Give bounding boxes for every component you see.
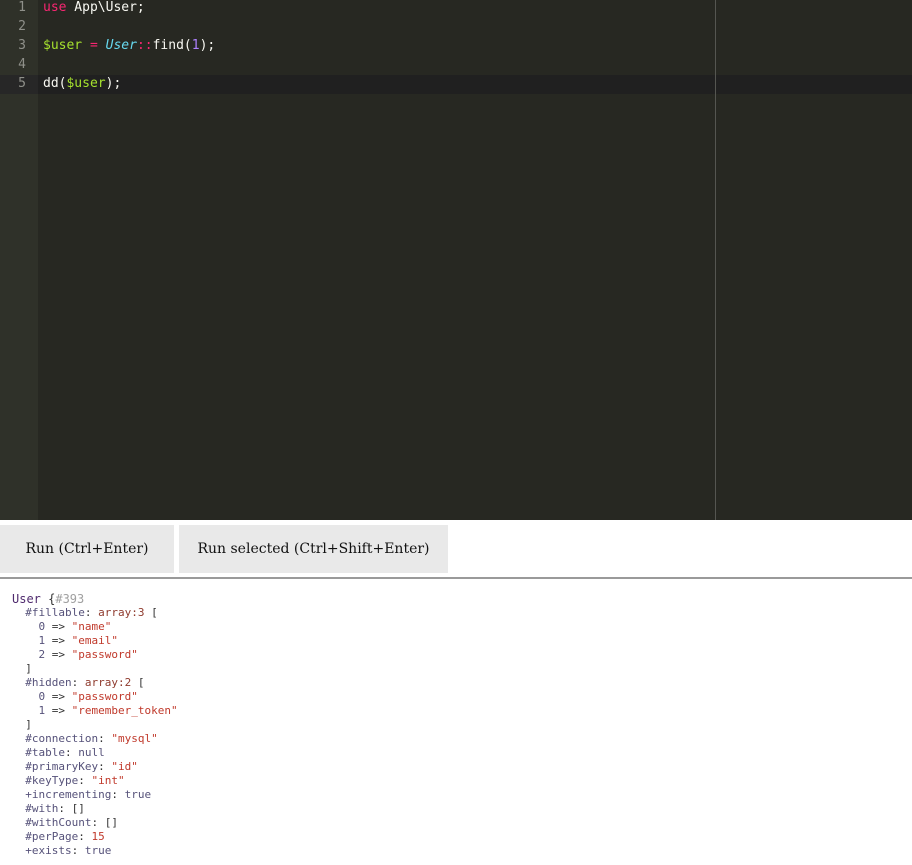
dump-string-value: "email" (71, 634, 118, 647)
line-number-gutter: 1 2 3 4 5 (0, 0, 38, 520)
dump-property-key: +exists (25, 844, 72, 857)
dump-property-row: #withCount: [] (25, 816, 118, 829)
dump-header: User {#393 (12, 592, 902, 606)
dump-property-key: #table (25, 746, 65, 759)
line-number: 2 (18, 19, 26, 34)
dump-property-key: #perPage (25, 830, 79, 843)
output-divider (0, 577, 912, 579)
dump-array-item: 2 => "password" (38, 648, 138, 661)
line-number: 3 (18, 38, 26, 53)
run-selected-button[interactable]: Run selected (Ctrl+Shift+Enter) (179, 525, 448, 573)
dump-property-key: #primaryKey (25, 760, 99, 773)
dump-property-row: +incrementing: true (25, 788, 152, 801)
dump-string-value: "id" (111, 760, 138, 773)
dump-output: User {#393 #fillable: array:3 [ 0 => "na… (12, 592, 902, 858)
dump-property-row: #fillable: array:3 [ (25, 606, 158, 619)
dump-property-row: #table: null (25, 746, 105, 759)
scope-operator: :: (136, 38, 153, 53)
namespace-text: App\User; (66, 0, 145, 15)
dump-array-close: ] (12, 662, 32, 675)
number-literal: 1 (191, 38, 200, 53)
variable-user: $user (66, 76, 106, 91)
dump-literal-value: true (124, 788, 152, 801)
dump-array-item: 1 => "email" (38, 634, 118, 647)
dump-literal-value: [] (104, 816, 118, 829)
code-line-1[interactable]: use App\User; (43, 0, 145, 17)
dump-string-value: "password" (71, 648, 138, 661)
dump-string-value: "int" (91, 774, 125, 787)
dump-property-key: +incrementing (25, 788, 112, 801)
dump-property-key: #keyType (25, 774, 79, 787)
dump-property-key: #withCount (25, 816, 92, 829)
dump-array-item: 0 => "password" (38, 690, 138, 703)
assign-operator: = (82, 38, 106, 53)
call-end: ); (105, 76, 122, 91)
code-line-3[interactable]: $user = User::find(1); (43, 36, 215, 55)
dump-array-close: ] (12, 718, 32, 731)
dump-property-row: #keyType: "int" (25, 774, 125, 787)
dump-property-key: #fillable (25, 606, 85, 619)
dump-array-type: array:3 (98, 606, 145, 619)
dump-string-value: "name" (71, 620, 112, 633)
dump-property-row: #perPage: 15 (25, 830, 105, 843)
call-end: ); (199, 38, 216, 53)
dump-object-id[interactable]: #393 (55, 592, 84, 606)
dump-property-row: #hidden: array:2 [ (25, 676, 145, 689)
dump-property-row: #with: [] (25, 802, 85, 815)
dump-literal-value: [] (71, 802, 85, 815)
keyword-use: use (43, 0, 67, 15)
line-number: 4 (18, 57, 26, 72)
run-button[interactable]: Run (Ctrl+Enter) (0, 525, 174, 573)
line-number: 1 (18, 0, 26, 15)
dump-literal-value: true (84, 844, 112, 857)
dump-string-value: "password" (71, 690, 138, 703)
dump-property-row: #connection: "mysql" (25, 732, 158, 745)
dump-open-brace: { (40, 592, 56, 606)
variable-user: $user (43, 38, 83, 53)
code-line-5[interactable]: dd($user); (43, 74, 121, 93)
code-editor[interactable]: 1 2 3 4 5 use App\User; $user = User::fi… (0, 0, 912, 520)
dump-literal-value: null (78, 746, 105, 759)
dump-property-key: #connection (25, 732, 99, 745)
dump-array-item: 0 => "name" (38, 620, 112, 633)
dump-array-type: array:2 (84, 676, 132, 689)
dump-property-row: #primaryKey: "id" (25, 760, 138, 773)
line-number: 5 (18, 76, 26, 91)
dump-property-row: +exists: true (25, 844, 112, 857)
function-dd: dd( (43, 76, 67, 91)
dump-class-name: User (12, 592, 41, 606)
dump-property-key: #with (25, 802, 59, 815)
print-margin (715, 0, 716, 520)
dump-property-key: #hidden (25, 676, 72, 689)
class-user: User (105, 38, 137, 53)
action-bar: Run (Ctrl+Enter) Run selected (Ctrl+Shif… (0, 520, 912, 576)
dump-string-value: "mysql" (111, 732, 158, 745)
dump-string-value: "remember_token" (71, 704, 178, 717)
dump-array-item: 1 => "remember_token" (38, 704, 178, 717)
method-find: find( (152, 38, 192, 53)
active-line-highlight (0, 75, 912, 94)
dump-number-value: 15 (91, 830, 105, 843)
